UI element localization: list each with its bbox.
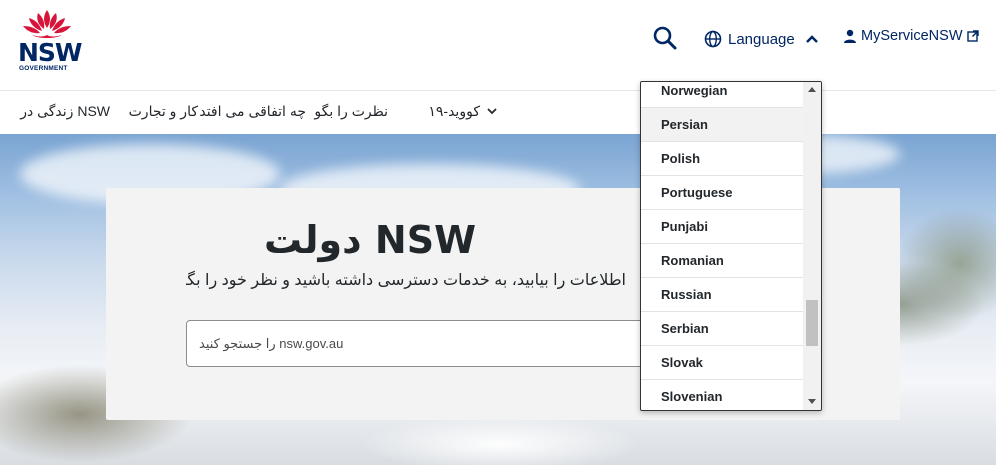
nav-item-have-your-say[interactable]: نظرت را بگو xyxy=(314,103,388,120)
nsw-government-logo[interactable]: NSW GOVERNMENT xyxy=(16,8,83,74)
nav-item-whats-on[interactable]: چه اتفاقی می افتد xyxy=(199,103,306,120)
language-option-romanian[interactable]: Romanian xyxy=(641,244,803,278)
logo-wordmark: NSW xyxy=(18,38,83,67)
site-header: NSW GOVERNMENT Language MyServiceNSW xyxy=(0,0,996,80)
language-options-list: Norwegian Persian Polish Portuguese Punj… xyxy=(641,82,803,410)
waratah-logo-icon xyxy=(23,10,71,38)
chevron-down-icon[interactable] xyxy=(486,105,498,117)
myservicensw-label: MyServiceNSW xyxy=(861,28,963,44)
nav-item-living-in-nsw[interactable]: NSW زندگی در xyxy=(20,103,110,120)
logo-subtext: GOVERNMENT xyxy=(19,65,68,72)
myservicensw-link[interactable]: MyServiceNSW xyxy=(843,28,979,44)
hero-subtitle-wrapper: اطلاعات را بیابید، به خدمات دسترسی داشته… xyxy=(186,270,626,294)
language-option-slovenian[interactable]: Slovenian xyxy=(641,380,803,410)
main-navigation: NSW زندگی در کار و تجارت چه اتفاقی می اف… xyxy=(0,90,996,134)
language-option-slovak[interactable]: Slovak xyxy=(641,346,803,380)
language-option-portuguese[interactable]: Portuguese xyxy=(641,176,803,210)
globe-icon xyxy=(704,30,722,48)
nav-item-business[interactable]: کار و تجارت xyxy=(129,103,198,120)
scroll-up-arrow-icon[interactable] xyxy=(808,87,816,92)
hero-subtitle: اطلاعات را بیابید، به خدمات دسترسی داشته… xyxy=(186,272,626,289)
page-title: NSW دولت xyxy=(264,218,476,262)
site-search-input[interactable]: nsw.gov.au را جستجو کنید xyxy=(186,320,656,367)
language-dropdown[interactable]: Norwegian Persian Polish Portuguese Punj… xyxy=(640,81,822,411)
language-option-norwegian[interactable]: Norwegian xyxy=(641,82,803,108)
dropdown-scrollbar[interactable] xyxy=(803,82,821,410)
user-icon xyxy=(844,29,856,43)
chevron-up-icon xyxy=(805,35,818,43)
language-option-polish[interactable]: Polish xyxy=(641,142,803,176)
scrollbar-thumb[interactable] xyxy=(806,300,818,346)
search-placeholder: nsw.gov.au را جستجو کنید xyxy=(199,336,344,351)
language-option-punjabi[interactable]: Punjabi xyxy=(641,210,803,244)
search-icon xyxy=(653,26,677,50)
language-option-serbian[interactable]: Serbian xyxy=(641,312,803,346)
language-selector-button[interactable]: Language xyxy=(704,26,819,52)
language-option-russian[interactable]: Russian xyxy=(641,278,803,312)
search-button[interactable] xyxy=(652,25,678,51)
external-link-icon xyxy=(966,30,979,42)
nav-item-covid-19[interactable]: کووید-١٩ xyxy=(428,103,480,120)
scroll-down-arrow-icon[interactable] xyxy=(808,399,816,404)
language-option-persian[interactable]: Persian xyxy=(641,108,803,142)
language-label: Language xyxy=(728,30,795,48)
